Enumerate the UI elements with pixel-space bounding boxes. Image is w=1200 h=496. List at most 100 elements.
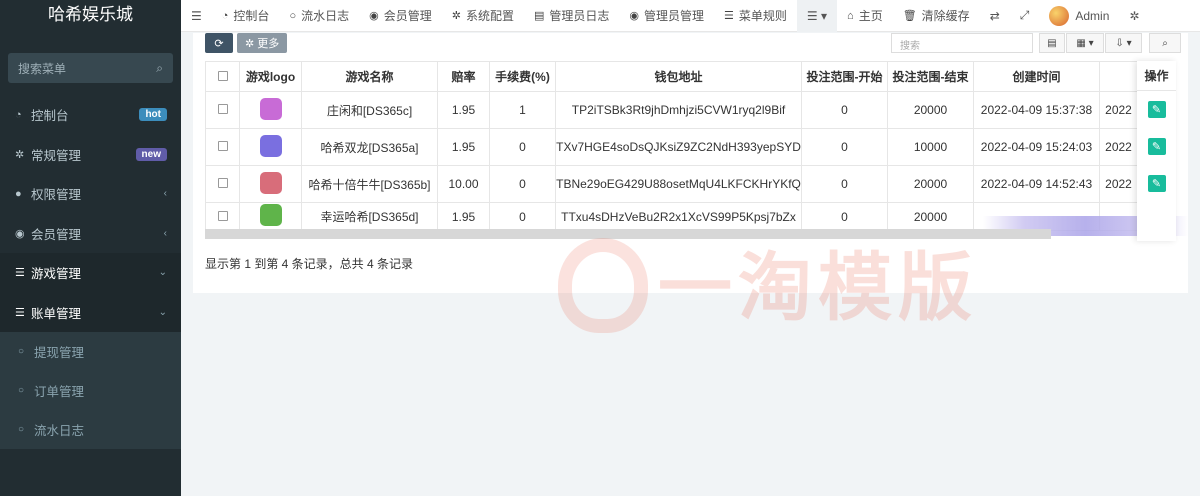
card-view-icon: ▤ — [1047, 37, 1057, 49]
select-all-checkbox[interactable] — [217, 70, 228, 81]
logo-cell — [239, 165, 302, 203]
bet-min: 0 — [801, 128, 888, 166]
sidebar-item-permissions[interactable]: ● 权限管理 ‹ — [0, 174, 181, 214]
top-navbar: ☰ ◔ 控制台 ○ 流水日志 ◉ 会员管理 ✲ 系统配置 ▤ 管理员日志 ◉ 管理员管理 ☰… — [181, 0, 1200, 32]
tab-label: 流水日志 — [301, 9, 350, 23]
tab-flowlog[interactable]: ○ 流水日志 — [279, 0, 359, 32]
tab-label: 会员管理 — [383, 9, 432, 23]
tab-admin-log[interactable]: ▤ 管理员日志 — [524, 0, 619, 32]
user-menu[interactable]: Admin — [1039, 0, 1119, 32]
pagination-summary: 显示第 1 到第 4 条记录，总共 4 条记录 — [205, 257, 414, 271]
chevron-down-icon: ⌄ — [158, 267, 167, 279]
tab-label: 系统配置 — [465, 9, 514, 23]
tab-dashboard[interactable]: ◔ 控制台 — [212, 0, 280, 32]
user-icon: ◉ — [369, 10, 379, 22]
more-tabs-dropdown[interactable]: ☰ ▾ — [796, 0, 838, 32]
bet-min: 0 — [801, 165, 888, 203]
wallet-address: TBNe29oEG429U88osetMqU4LKFCKHrYKfQ — [555, 165, 802, 203]
tab-label: 菜单规则 — [738, 9, 787, 23]
sidebar-menu: ◔ 控制台 hot ✲ 常规管理 new ● 权限管理 ‹ ◉ 会员管理 ‹ ☰… — [0, 95, 181, 332]
toggle-view-button[interactable]: ▤ — [1039, 33, 1065, 53]
bet-max: 20000 — [887, 165, 974, 203]
tab-system-config[interactable]: ✲ 系统配置 — [442, 0, 524, 32]
table-row[interactable]: 哈希双龙[DS365a] 1.95 0 TXv7HGE4soDsQJKsiZ9Z… — [205, 128, 1138, 166]
column-header[interactable]: 游戏logo — [239, 61, 302, 92]
tab-label: 管理员管理 — [644, 9, 705, 23]
tab-members[interactable]: ◉ 会员管理 — [359, 0, 442, 32]
row-checkbox-cell — [205, 165, 240, 203]
sidebar-item-general[interactable]: ✲ 常规管理 new — [0, 135, 181, 175]
sidebar-item-bills[interactable]: ☰ 账单管理 ⌄ — [0, 292, 181, 332]
clear-cache-label: 清除缓存 — [921, 9, 970, 23]
column-header[interactable] — [1099, 61, 1138, 92]
edit-button[interactable]: ✎ — [1147, 175, 1166, 192]
fee: 0 — [489, 128, 556, 166]
sidebar-toggle-button[interactable]: ☰ — [181, 0, 212, 32]
more-button[interactable]: ✲ 更多 — [237, 33, 288, 53]
bet-min: 0 — [801, 202, 888, 231]
edit-button[interactable]: ✎ — [1147, 138, 1166, 155]
bet-max: 20000 — [887, 91, 974, 129]
tab-menu-rules[interactable]: ☰ 菜单规则 — [714, 0, 797, 32]
row-checkbox-cell — [205, 202, 240, 231]
sidebar-item-members[interactable]: ◉ 会员管理 ‹ — [0, 214, 181, 254]
game-name: 庄闲和[DS365c] — [301, 91, 438, 129]
sidebar-submenu: ○ 提现管理 ○ 订单管理 ○ 流水日志 — [0, 332, 181, 449]
dashboard-icon: ◔ — [15, 108, 22, 121]
odds: 1.95 — [437, 91, 490, 129]
advanced-search-button[interactable]: ⌕ — [1149, 33, 1181, 53]
translate-icon: ⇄ — [989, 8, 1000, 23]
bet-min: 0 — [801, 91, 888, 129]
sidebar-subitem-orders[interactable]: ○ 订单管理 — [0, 371, 181, 410]
sidebar-subitem-withdraw[interactable]: ○ 提现管理 — [0, 332, 181, 371]
sidebar: 哈希娱乐城 搜索菜单 ⌕ ◔ 控制台 hot ✲ 常规管理 new ● 权限管理… — [0, 0, 181, 496]
columns-dropdown[interactable]: ▦ ▾ — [1066, 33, 1104, 53]
fullscreen-button[interactable]: ⤢ — [1010, 0, 1040, 32]
columns-icon: ▦ ▾ — [1076, 37, 1094, 49]
export-dropdown[interactable]: ⇩ ▾ — [1105, 33, 1142, 53]
column-header[interactable]: 钱包地址 — [555, 61, 802, 92]
dashboard-icon: ◔ — [221, 9, 229, 22]
row-checkbox[interactable] — [217, 178, 228, 188]
column-header[interactable]: 赔率 — [437, 61, 490, 92]
settings-button[interactable]: ✲ — [1119, 0, 1149, 32]
created-time: 2022-04-09 14:52:43 — [973, 165, 1100, 203]
sidebar-item-games[interactable]: ☰ 游戏管理 ⌄ — [0, 253, 181, 293]
home-link[interactable]: ⌂ 主页 — [837, 0, 893, 32]
table-search-input[interactable]: 搜索 — [891, 33, 1033, 53]
column-header[interactable]: 游戏名称 — [301, 61, 438, 92]
sidebar-subitem-flowlog[interactable]: ○ 流水日志 — [0, 410, 181, 449]
column-header[interactable]: 创建时间 — [973, 61, 1100, 92]
row-checkbox[interactable] — [217, 104, 228, 114]
edit-button[interactable]: ✎ — [1147, 101, 1166, 118]
sidebar-item-label: 权限管理 — [31, 188, 82, 203]
content-panel: ⟳ ✲ 更多 搜索 ▤ ▦ ▾ ⇩ ▾ ⌕ 游戏logo 游戏名称 赔率 手续费… — [193, 33, 1188, 333]
circle-icon: ○ — [289, 9, 297, 22]
sidebar-subitem-label: 提现管理 — [34, 346, 85, 360]
search-icon: ⌕ — [156, 60, 163, 75]
column-header[interactable]: 投注范围-开始 — [801, 61, 888, 92]
sidebar-item-label: 控制台 — [31, 109, 69, 124]
row-checkbox-cell — [205, 91, 240, 129]
refresh-icon: ⟳ — [214, 37, 224, 50]
menu-icon: ☰ — [724, 10, 734, 22]
tab-admin-manage[interactable]: ◉ 管理员管理 — [619, 0, 714, 32]
clear-cache-button[interactable]: 🗑 清除缓存 — [893, 0, 980, 32]
new-badge: new — [135, 147, 167, 161]
row-checkbox[interactable] — [217, 210, 228, 221]
language-button[interactable]: ⇄ — [980, 0, 1010, 32]
horizontal-scrollbar[interactable] — [205, 229, 1051, 239]
refresh-button[interactable]: ⟳ — [205, 33, 233, 53]
column-header[interactable]: 手续费(%) — [489, 61, 556, 92]
row-checkbox[interactable] — [217, 141, 228, 151]
sidebar-subitem-label: 流水日志 — [34, 424, 85, 438]
export-icon: ⇩ ▾ — [1115, 37, 1132, 49]
column-header[interactable]: 投注范围-结束 — [887, 61, 974, 92]
sidebar-item-dashboard[interactable]: ◔ 控制台 hot — [0, 95, 181, 135]
updated-time: 2022 — [1099, 91, 1138, 129]
table-row[interactable]: 哈希十倍牛牛[DS365b] 10.00 0 TBNe29oEG429U88os… — [205, 165, 1138, 203]
table-row[interactable]: 庄闲和[DS365c] 1.95 1 TP2iTSBk3Rt9jhDmhjzi5… — [205, 91, 1138, 129]
sidebar-item-label: 会员管理 — [31, 227, 82, 242]
logo-cell — [239, 128, 302, 166]
menu-search-input[interactable]: 搜索菜单 ⌕ — [8, 53, 173, 83]
